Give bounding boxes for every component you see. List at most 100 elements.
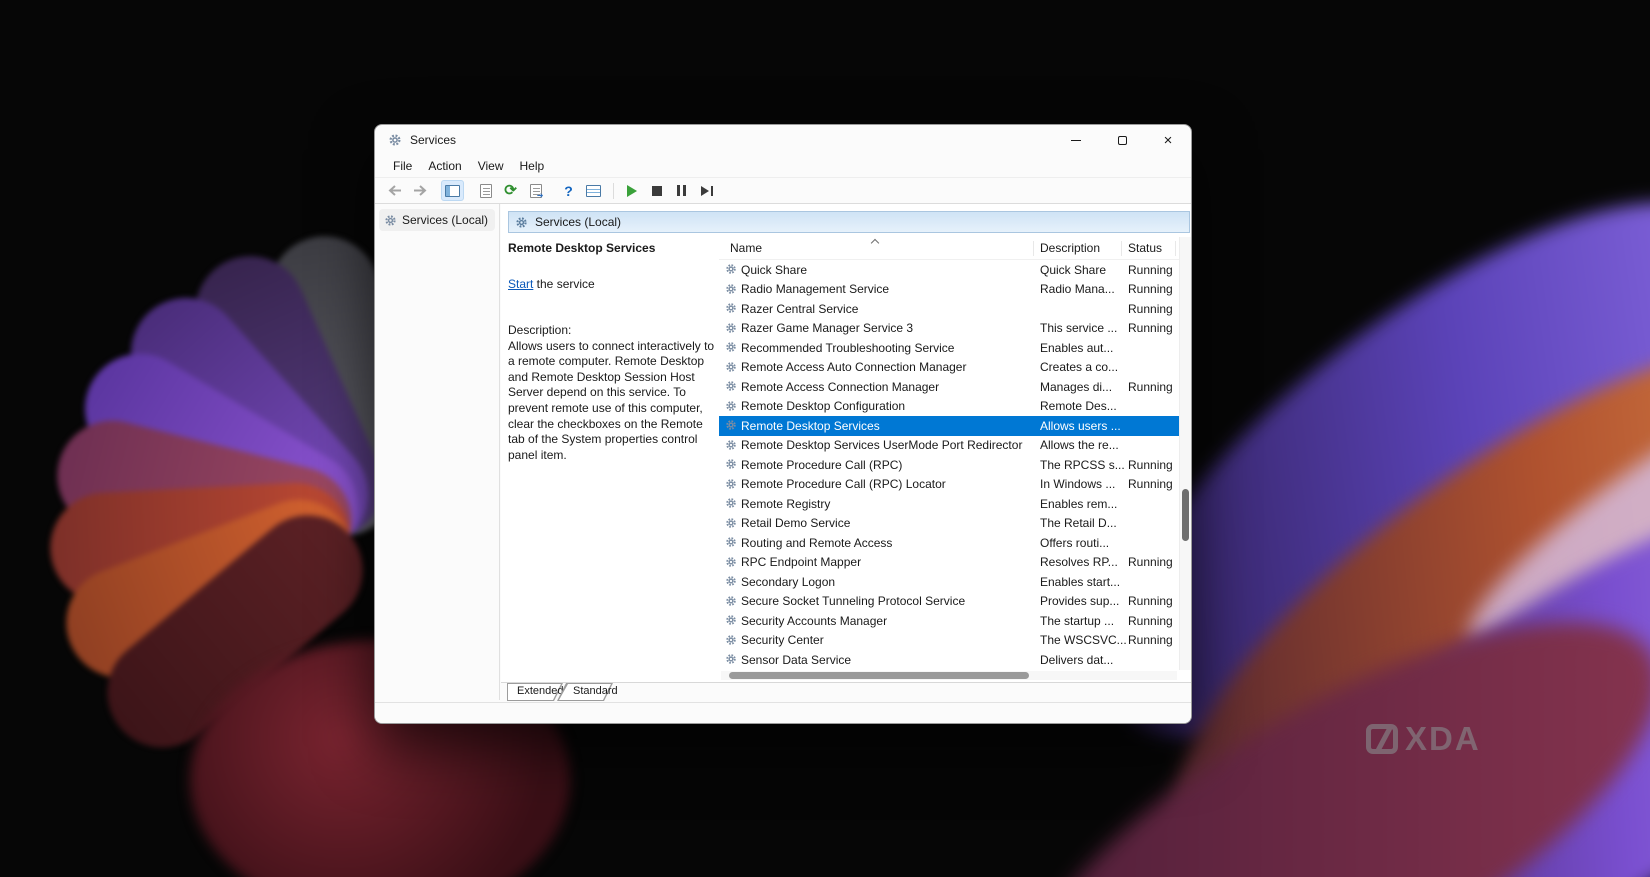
column-divider[interactable] xyxy=(1033,241,1034,256)
column-divider[interactable] xyxy=(1175,241,1176,256)
service-row[interactable]: Remote Procedure Call (RPC) Locator In W… xyxy=(719,475,1179,495)
service-name: Remote Desktop Configuration xyxy=(741,399,905,413)
service-description-cell: Enables rem... xyxy=(1040,497,1117,511)
service-row[interactable]: Remote Procedure Call (RPC) The RPCSS s.… xyxy=(719,455,1179,475)
service-gear-icon xyxy=(725,439,737,451)
service-row[interactable]: Sensor Data Service Delivers dat... xyxy=(719,650,1179,668)
service-row[interactable]: Radio Management Service Radio Mana... R… xyxy=(719,280,1179,300)
tree-item-services-local[interactable]: Services (Local) xyxy=(379,209,495,231)
service-description-cell: In Windows ... xyxy=(1040,477,1115,491)
service-gear-icon xyxy=(725,458,737,470)
tab-standard[interactable]: Standard xyxy=(557,683,613,701)
service-row[interactable]: Remote Registry Enables rem... xyxy=(719,494,1179,514)
action-pane-icon xyxy=(586,185,601,197)
service-name: Razer Game Manager Service 3 xyxy=(741,321,913,335)
window-footer xyxy=(375,702,1191,723)
menu-file[interactable]: File xyxy=(385,157,420,175)
show-console-tree-button[interactable] xyxy=(441,180,464,201)
service-gear-icon xyxy=(725,322,737,334)
action-pane-button[interactable] xyxy=(582,180,605,201)
service-description: Description: Allows users to connect int… xyxy=(508,323,715,463)
service-gear-icon xyxy=(725,380,737,392)
service-row[interactable]: Razer Central Service Running xyxy=(719,299,1179,319)
close-icon: × xyxy=(1164,133,1173,148)
service-row[interactable]: Secure Socket Tunneling Protocol Service… xyxy=(719,592,1179,612)
column-header-description[interactable]: Description xyxy=(1040,241,1100,255)
service-row[interactable]: Remote Desktop Services Allows users ... xyxy=(719,416,1179,436)
service-gear-icon xyxy=(725,302,737,314)
maximize-button[interactable] xyxy=(1099,125,1145,155)
service-name: Remote Access Auto Connection Manager xyxy=(741,360,966,374)
service-name: Routing and Remote Access xyxy=(741,536,892,550)
properties-button[interactable] xyxy=(474,180,497,201)
forward-button[interactable] xyxy=(408,180,431,201)
xda-watermark-text: XDA xyxy=(1405,722,1481,755)
service-description-cell: Allows users ... xyxy=(1040,419,1121,433)
service-description-cell: Radio Mana... xyxy=(1040,282,1115,296)
service-description-cell: This service ... xyxy=(1040,321,1117,335)
minimize-button[interactable] xyxy=(1053,125,1099,155)
start-service-button[interactable] xyxy=(620,180,643,201)
service-name: Razer Central Service xyxy=(741,302,858,316)
description-heading: Description: xyxy=(508,323,715,339)
service-name: Recommended Troubleshooting Service xyxy=(741,341,954,355)
close-button[interactable]: × xyxy=(1145,125,1191,155)
service-gear-icon xyxy=(725,575,737,587)
service-status: Running xyxy=(1128,614,1173,628)
tab-extended[interactable]: Extended xyxy=(507,683,563,701)
start-service-link[interactable]: Start xyxy=(508,277,533,291)
service-row[interactable]: Remote Desktop Services UserMode Port Re… xyxy=(719,436,1179,456)
service-row[interactable]: Quick Share Quick Share Running xyxy=(719,260,1179,280)
menu-help[interactable]: Help xyxy=(512,157,553,175)
service-row[interactable]: Retail Demo Service The Retail D... xyxy=(719,514,1179,534)
pause-service-button[interactable] xyxy=(670,180,693,201)
service-row[interactable]: Remote Access Auto Connection Manager Cr… xyxy=(719,358,1179,378)
service-name: Security Accounts Manager xyxy=(741,614,887,628)
help-button[interactable]: ? xyxy=(557,180,580,201)
selected-service-title: Remote Desktop Services xyxy=(508,241,719,255)
service-row[interactable]: Recommended Troubleshooting Service Enab… xyxy=(719,338,1179,358)
service-gear-icon xyxy=(725,595,737,607)
service-row[interactable]: Security Center The WSCSVC... Running xyxy=(719,631,1179,651)
export-list-icon xyxy=(530,184,542,198)
service-gear-icon xyxy=(725,614,737,626)
menu-action[interactable]: Action xyxy=(420,157,469,175)
service-gear-icon xyxy=(725,536,737,548)
restart-service-button[interactable] xyxy=(695,180,718,201)
service-row[interactable]: Security Accounts Manager The startup ..… xyxy=(719,611,1179,631)
back-button[interactable] xyxy=(383,180,406,201)
service-gear-icon xyxy=(725,419,737,431)
service-name: Remote Procedure Call (RPC) xyxy=(741,458,902,472)
vertical-scrollbar-thumb[interactable] xyxy=(1182,489,1189,541)
service-status: Running xyxy=(1128,458,1173,472)
menu-view[interactable]: View xyxy=(470,157,512,175)
service-description-cell: Allows the re... xyxy=(1040,438,1119,452)
properties-icon xyxy=(480,184,492,198)
column-header-status[interactable]: Status xyxy=(1128,241,1162,255)
vertical-scrollbar[interactable] xyxy=(1179,237,1191,670)
horizontal-scrollbar[interactable] xyxy=(721,671,1177,680)
export-list-button[interactable] xyxy=(524,180,547,201)
view-header-label: Services (Local) xyxy=(535,215,621,229)
service-name: Sensor Data Service xyxy=(741,653,851,667)
service-row[interactable]: RPC Endpoint Mapper Resolves RP... Runni… xyxy=(719,553,1179,573)
refresh-button[interactable]: ⟳ xyxy=(499,180,522,201)
service-gear-icon xyxy=(725,283,737,295)
extended-info-panel: Remote Desktop Services Start the servic… xyxy=(508,237,719,678)
window-title: Services xyxy=(410,133,456,147)
service-description-cell: Delivers dat... xyxy=(1040,653,1113,667)
list-header: Name Description Status xyxy=(719,237,1179,260)
service-row[interactable]: Remote Desktop Configuration Remote Des.… xyxy=(719,397,1179,417)
horizontal-scrollbar-thumb[interactable] xyxy=(729,672,1029,679)
service-row[interactable]: Secondary Logon Enables start... xyxy=(719,572,1179,592)
service-row[interactable]: Routing and Remote Access Offers routi..… xyxy=(719,533,1179,553)
console-tree-pane: Services (Local) xyxy=(375,204,500,700)
column-header-name[interactable]: Name xyxy=(730,241,762,255)
service-row[interactable]: Remote Access Connection Manager Manages… xyxy=(719,377,1179,397)
column-divider[interactable] xyxy=(1121,241,1122,256)
title-bar[interactable]: Services × xyxy=(375,125,1191,155)
service-name: Security Center xyxy=(741,633,824,647)
stop-service-button[interactable] xyxy=(645,180,668,201)
service-description-cell: Enables start... xyxy=(1040,575,1120,589)
service-row[interactable]: Razer Game Manager Service 3 This servic… xyxy=(719,319,1179,339)
